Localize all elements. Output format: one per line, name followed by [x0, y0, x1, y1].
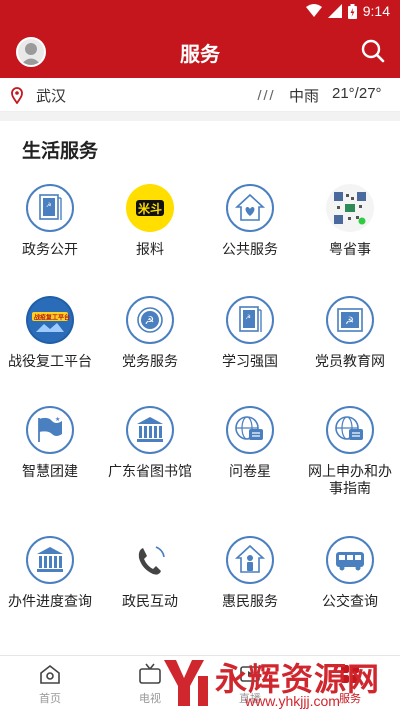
service-label: 办件进度查询 [8, 594, 92, 610]
party-emblem-icon: ☭ [126, 296, 174, 344]
service-label: 党务服务 [122, 354, 178, 370]
weather-temperature: 21°/27° [332, 85, 382, 102]
yh-logo-icon [164, 660, 208, 706]
service-tile-smart-league[interactable]: ★ 智慧团建 [0, 406, 100, 506]
service-tile-gd-library[interactable]: 广东省图书馆 [100, 406, 200, 506]
nav-label: 首页 [39, 692, 61, 705]
service-label: 粤省事 [329, 242, 371, 258]
service-label: 报料 [136, 242, 164, 258]
section-divider [0, 112, 400, 121]
watermark: 永辉资源网 www.yhkjjj.com [160, 654, 400, 711]
globe-doc-icon [326, 406, 374, 454]
search-button[interactable] [360, 38, 386, 64]
bus-icon [326, 536, 374, 584]
building-icon [26, 536, 74, 584]
app-bar: 服务 [0, 24, 400, 78]
service-label: 党员教育网 [315, 354, 385, 370]
phone-icon [126, 536, 174, 584]
svg-text:★: ★ [55, 416, 60, 423]
page-title: 服务 [180, 42, 220, 66]
status-bar: 9:14 [0, 0, 400, 24]
service-tile-gov-affairs[interactable]: ☭ 政务公开 [0, 180, 100, 270]
service-label: 广东省图书馆 [108, 464, 192, 480]
badge-text: 战疫复工平台 [34, 314, 70, 322]
service-tile-bus-query[interactable]: 公交查询 [300, 534, 400, 624]
service-label-line1: 网上申办和办 [308, 464, 392, 480]
cellular-signal-icon [327, 4, 342, 18]
globe-chat-icon [226, 406, 274, 454]
service-tile-benefit-service[interactable]: 惠民服务 [200, 534, 300, 624]
service-tile-fight-reopen[interactable]: 战疫复工平台 战役复工平台 [0, 294, 100, 384]
location-pin-icon [11, 87, 23, 104]
wifi-icon [305, 4, 322, 17]
service-tile-progress-query[interactable]: 办件进度查询 [0, 534, 100, 624]
library-building-icon [126, 406, 174, 454]
person-house-icon [226, 536, 274, 584]
service-label: 战役复工平台 [8, 354, 92, 370]
service-tile-study-power[interactable]: ☭ 学习强国 [200, 294, 300, 384]
qr-code-icon [326, 184, 374, 232]
status-indicators: 9:14 [305, 3, 390, 19]
city-name: 武汉 [36, 87, 67, 105]
watermark-url: www.yhkjjj.com [245, 693, 340, 709]
service-tile-baoliao[interactable]: 米斗 报料 [100, 180, 200, 270]
service-tile-party-education[interactable]: ☭ 党员教育网 [300, 294, 400, 384]
study-doc-icon: ☭ [226, 296, 274, 344]
tv-icon [139, 663, 161, 684]
flag-icon: ★ [26, 406, 74, 454]
service-tile-party-affairs[interactable]: ☭ 党务服务 [100, 294, 200, 384]
service-label: 政务公开 [22, 242, 78, 258]
svg-text:☭: ☭ [246, 314, 251, 321]
weather-description: 中雨 [289, 87, 320, 105]
service-label: 政民互动 [122, 594, 178, 610]
nav-item-home[interactable]: 首页 [0, 656, 100, 711]
service-label-line2: 事指南 [329, 481, 371, 497]
svg-text:☭: ☭ [46, 202, 51, 209]
status-time: 9:14 [362, 3, 390, 19]
party-flag-icon: ☭ [326, 296, 374, 344]
baoliao-logo-icon: 米斗 [126, 184, 174, 232]
heart-house-icon [226, 184, 274, 232]
service-label: 惠民服务 [222, 594, 278, 610]
service-tile-online-apply-guide[interactable]: 网上申办和办 事指南 [300, 406, 400, 506]
service-label: 学习强国 [222, 354, 278, 370]
service-tile-public-service[interactable]: 公共服务 [200, 180, 300, 270]
service-label: 智慧团建 [22, 464, 78, 480]
rain-icon [257, 89, 274, 101]
svg-text:☭: ☭ [145, 314, 155, 327]
service-tile-questionnaire[interactable]: 问卷星 [200, 406, 300, 506]
service-tile-yue-sheng-shi[interactable]: 粤省事 [300, 180, 400, 270]
weather-bar[interactable]: 武汉 中雨 21°/27° [0, 78, 400, 112]
home-icon [40, 664, 60, 684]
section-title: 生活服务 [22, 140, 99, 162]
service-label: 公共服务 [222, 242, 278, 258]
svg-text:米斗: 米斗 [138, 201, 162, 216]
svg-text:☭: ☭ [345, 316, 354, 327]
search-icon [361, 39, 385, 63]
fight-reopen-platform-icon: 战疫复工平台 [26, 296, 74, 344]
service-label: 问卷星 [229, 464, 271, 480]
battery-icon [347, 3, 357, 19]
service-tile-gov-citizen[interactable]: 政民互动 [100, 534, 200, 624]
service-label: 公交查询 [322, 594, 378, 610]
gov-doc-icon: ☭ [26, 184, 74, 232]
